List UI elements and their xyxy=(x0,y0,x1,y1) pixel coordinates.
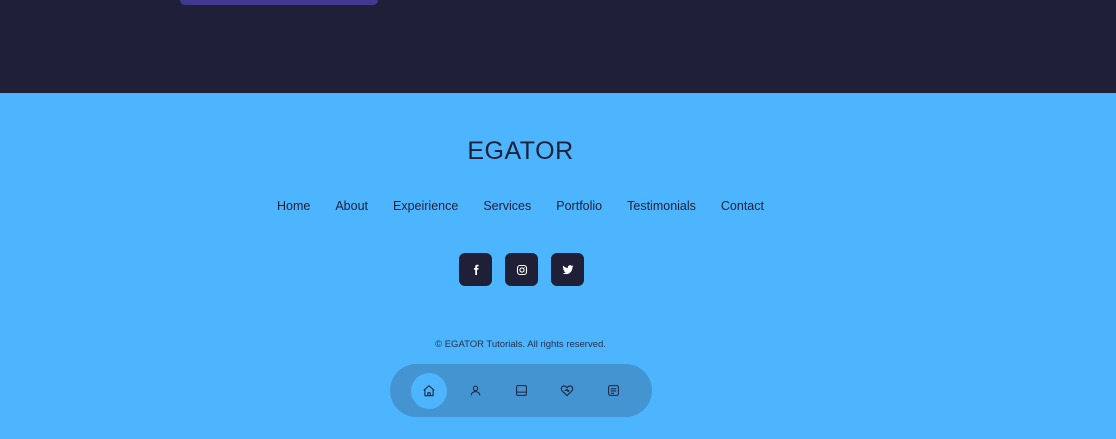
home-icon xyxy=(422,384,436,398)
footer-link-home[interactable]: Home xyxy=(277,199,310,213)
nav-services-button[interactable] xyxy=(549,373,585,409)
message-icon xyxy=(607,384,620,397)
nav-about-button[interactable] xyxy=(457,373,493,409)
section-button-edge[interactable] xyxy=(180,0,378,5)
copyright-text: © EGATOR Tutorials. All rights reserved. xyxy=(435,339,606,350)
social-links xyxy=(459,253,584,286)
facebook-button[interactable] xyxy=(459,253,492,286)
footer-link-testimonials[interactable]: Testimonials xyxy=(627,199,696,213)
footer-link-portfolio[interactable]: Portfolio xyxy=(556,199,602,213)
instagram-button[interactable] xyxy=(505,253,538,286)
footer: EGATOR Home About Expeirience Services P… xyxy=(0,93,1116,439)
nav-experience-button[interactable] xyxy=(503,373,539,409)
book-icon xyxy=(515,384,528,397)
twitter-icon xyxy=(562,264,574,276)
twitter-button[interactable] xyxy=(551,253,584,286)
footer-link-contact[interactable]: Contact xyxy=(721,199,764,213)
nav-home-button[interactable] xyxy=(411,372,447,409)
footer-nav: Home About Expeirience Services Portfoli… xyxy=(0,199,1041,213)
footer-link-services[interactable]: Services xyxy=(483,199,531,213)
footer-link-experience[interactable]: Expeirience xyxy=(393,199,458,213)
footer-logo[interactable]: EGATOR xyxy=(0,137,1041,166)
nav-contact-button[interactable] xyxy=(595,373,631,409)
services-icon xyxy=(560,384,574,398)
user-icon xyxy=(469,384,482,397)
footer-link-about[interactable]: About xyxy=(335,199,368,213)
floating-bottom-nav xyxy=(390,364,652,417)
page: EGATOR Home About Expeirience Services P… xyxy=(0,0,1116,439)
instagram-icon xyxy=(516,264,528,276)
previous-section xyxy=(0,0,1116,93)
facebook-icon xyxy=(470,264,482,276)
